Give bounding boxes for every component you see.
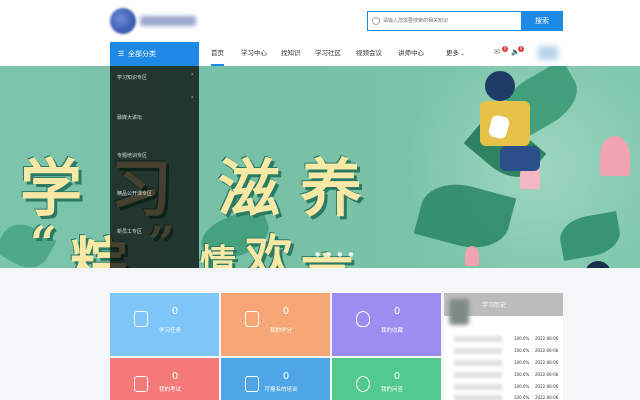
history-row[interactable]: 100.0% 2022-06-06 (454, 335, 561, 343)
all-categories-button[interactable]: ☰ 全部分类 (110, 42, 199, 66)
logo-icon (110, 8, 136, 34)
sidebar-item-3[interactable]: 精品公开课专区 (117, 190, 152, 197)
history-date: 2022-06-06 (535, 360, 559, 365)
avatar (449, 299, 469, 325)
history-progress: 100.0% (514, 348, 530, 353)
card-learning-tasks[interactable]: 0 学习任务 (110, 293, 219, 356)
lotus-decoration (465, 246, 479, 266)
card-value: 0 (171, 306, 179, 317)
nav-item-lecturer-center[interactable]: 讲师中心 (398, 42, 424, 66)
learning-history-panel: 学习历史 100.0% 2022-06-06 100.0% 2022-06-06… (444, 293, 563, 400)
card-value: 0 (393, 306, 401, 317)
card-label: 我的学分 (269, 328, 292, 334)
history-progress: 100.0% (514, 372, 530, 377)
card-my-favorites[interactable]: 0 我的收藏 (332, 293, 441, 356)
figure-head (485, 71, 515, 101)
sidebar-item-4[interactable]: 新员工专区 (117, 228, 142, 235)
sidebar-item-2[interactable]: 专题培训专区 (117, 152, 147, 159)
history-progress: 100.0% (514, 384, 530, 389)
carousel-dots[interactable]: ● ● ● ● (315, 251, 356, 258)
headline-char: 学 (20, 152, 83, 225)
search-button[interactable]: 搜索 (521, 11, 563, 31)
card-label: 可报名的培训 (264, 387, 298, 393)
avatar[interactable] (538, 46, 558, 60)
message-icon[interactable]: ✉ (494, 48, 500, 60)
logo[interactable] (110, 8, 200, 34)
card-my-credits[interactable]: 0 我的学分 (221, 293, 330, 356)
history-course-name (454, 372, 502, 378)
nav-item-learning-center[interactable]: 学习中心 (241, 42, 267, 66)
card-value: 0 (282, 371, 290, 382)
card-value: 0 (171, 371, 179, 382)
history-date: 2022-06-06 (535, 372, 559, 377)
history-row[interactable]: 100.0% 2022-06-06 (454, 347, 561, 355)
heart-icon (356, 311, 370, 327)
history-progress: 100.0% (514, 336, 530, 341)
card-label: 我的收藏 (380, 328, 403, 334)
chevron-right-icon: › (191, 71, 194, 78)
nav-item-home[interactable]: 首页 (211, 42, 224, 66)
history-date: 2022-06-06 (535, 395, 559, 400)
headline-char: 欢 (245, 230, 294, 268)
nav-item-find-knowledge[interactable]: 找知识 (281, 42, 301, 66)
history-progress: 100.0% (514, 360, 530, 365)
lotus-decoration (600, 136, 630, 176)
notification-badge: 0 (518, 46, 524, 52)
card-value: 0 (282, 306, 290, 317)
history-row[interactable]: 100.0% 2022-06-06 (454, 371, 561, 379)
card-trainings[interactable]: 0 可报名的培训 (221, 358, 330, 400)
history-course-name (454, 336, 502, 342)
search-input[interactable] (383, 14, 518, 28)
search-box (367, 11, 521, 31)
history-course-name (454, 384, 502, 390)
category-sidebar (110, 66, 199, 268)
banner-carousel[interactable]: 学 习 滋 养 “ 粽 ” 情 欢 享 ● ● ● ● (0, 66, 640, 268)
headline-char: 养 (300, 152, 363, 225)
headline-char: 情 (200, 242, 237, 268)
chevron-right-icon: › (191, 94, 194, 101)
credit-icon (245, 311, 259, 327)
nav-more-label: 更多 (446, 49, 459, 57)
history-date: 2022-06-06 (535, 336, 559, 341)
nav-item-community[interactable]: 学习社区 (315, 42, 341, 66)
card-my-exams[interactable]: 0 我的考试 (110, 358, 219, 400)
figure-legs (500, 146, 540, 171)
history-progress: 100.0% (514, 395, 530, 400)
sidebar-item-1[interactable]: 融媒大讲坛 (117, 114, 142, 121)
nav-item-video-meeting[interactable]: 视频会议 (356, 42, 382, 66)
history-date: 2022-06-06 (535, 384, 559, 389)
history-row[interactable]: 100.0% 2022-06-06 (454, 394, 561, 400)
search-icon (372, 17, 380, 25)
nav-item-more[interactable]: 更多 ⌄ (446, 42, 465, 66)
card-value: 0 (393, 371, 401, 382)
headline-char: 滋 (218, 152, 281, 225)
history-course-name (454, 395, 502, 400)
history-course-name (454, 360, 502, 366)
message-badge: 0 (502, 46, 508, 52)
chevron-down-icon: ⌄ (459, 51, 465, 57)
sidebar-item-0[interactable]: 学习知识专区 (117, 74, 147, 81)
history-row[interactable]: 100.0% 2022-06-06 (454, 383, 561, 391)
card-label: 我的问答 (380, 387, 403, 393)
history-row[interactable]: 100.0% 2022-06-06 (454, 359, 561, 367)
all-categories-label: 全部分类 (128, 50, 156, 58)
task-icon (134, 311, 148, 327)
headline-char: “ (30, 216, 57, 268)
card-label: 学习任务 (158, 328, 181, 334)
history-date: 2022-06-06 (535, 348, 559, 353)
card-label: 我的考试 (158, 387, 181, 393)
header: 搜索 (0, 0, 640, 42)
history-title: 学习历史 (482, 302, 507, 309)
history-course-name (454, 348, 502, 354)
logo-text-blurred (140, 16, 196, 26)
card-my-qa[interactable]: 0 我的问答 (332, 358, 441, 400)
menu-icon: ☰ (118, 50, 125, 58)
